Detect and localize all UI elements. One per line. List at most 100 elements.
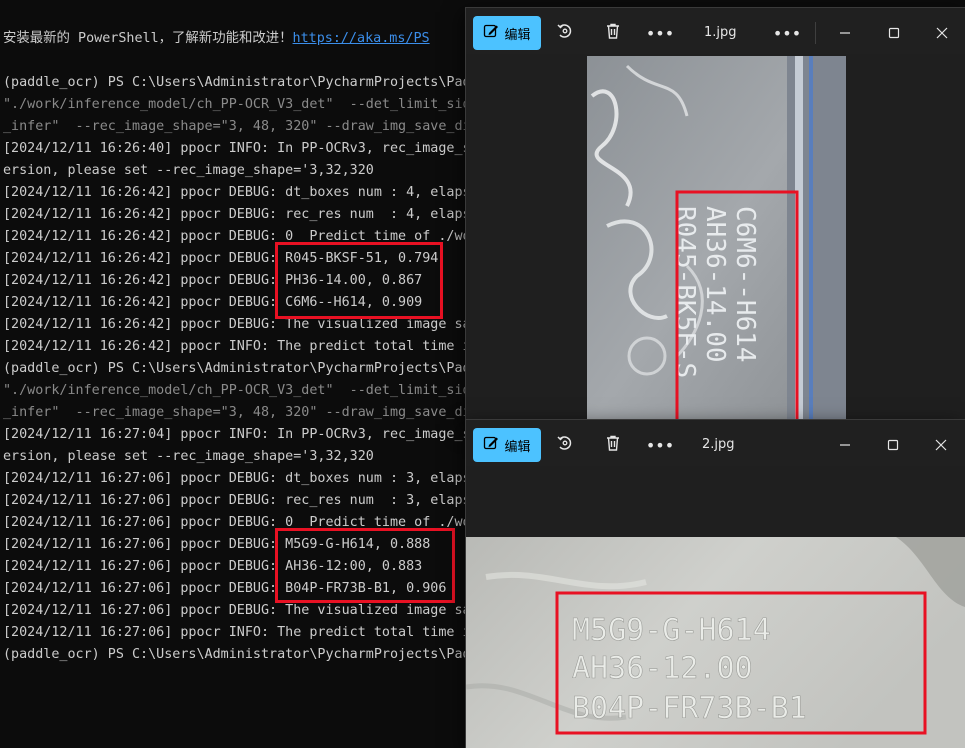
photo-canvas[interactable]: C6M6--H614 AH36-14.00 R045-BK5F-S	[587, 56, 846, 428]
terminal-line: _infer" --rec_image_shape="3, 48, 320" -…	[3, 116, 471, 138]
terminal-line-text: [2024/12/11 16:27:06] ppocr INFO: The pr…	[3, 625, 471, 640]
terminal-line: [2024/12/11 16:26:42] ppocr DEBUG: dt_bo…	[3, 182, 471, 204]
edit-button[interactable]: 编辑	[473, 428, 541, 462]
terminal-line-text: [2024/12/11 16:27:04] ppocr INFO: In PP-…	[3, 427, 471, 442]
terminal-line: (paddle_ocr) PS C:\Users\Administrator\P…	[3, 72, 471, 94]
terminal-line: [2024/12/11 16:27:06] ppocr DEBUG: M5G9-…	[3, 534, 430, 556]
close-button[interactable]	[924, 428, 958, 462]
terminal-line: _infer" --rec_image_shape="3, 48, 320" -…	[3, 402, 471, 424]
terminal-line-text: ersion, please set --rec_image_shape='3,…	[3, 449, 374, 464]
terminal-line-text: "./work/inference_model/ch_PP-OCR_V3_det…	[3, 97, 471, 112]
photo-text-line-2: AH36-12.00	[572, 651, 753, 686]
terminal-line: ersion, please set --rec_image_shape='3,…	[3, 446, 374, 468]
terminal-line: (paddle_ocr) PS C:\Users\Administrator\P…	[3, 644, 471, 666]
terminal-line-text: (paddle_ocr) PS C:\Users\Administrator\P…	[3, 361, 471, 376]
terminal-line-text: [2024/12/11 16:27:06] ppocr DEBUG: B04P-…	[3, 581, 447, 596]
maximize-icon	[888, 24, 900, 43]
rotate-icon	[556, 22, 574, 44]
viewer-toolbar: 编辑 ••• 1.jpg •••	[466, 8, 965, 54]
file-name: 2.jpg	[702, 437, 735, 452]
terminal-line: [2024/12/11 16:26:42] ppocr DEBUG: The v…	[3, 314, 471, 336]
trash-icon	[604, 434, 622, 456]
maximize-button[interactable]	[876, 428, 910, 462]
terminal-line-text: [2024/12/11 16:27:06] ppocr DEBUG: The v…	[3, 603, 471, 618]
more-dots-icon: •••	[772, 23, 802, 43]
maximize-icon	[887, 436, 899, 455]
maximize-button[interactable]	[877, 16, 911, 50]
terminal-line-text: (paddle_ocr) PS C:\Users\Administrator\P…	[3, 647, 471, 662]
terminal-line-text: [2024/12/11 16:27:06] ppocr DEBUG: rec_r…	[3, 493, 471, 508]
terminal-line: [2024/12/11 16:27:06] ppocr DEBUG: 0 Pre…	[3, 512, 471, 534]
terminal-line: [2024/12/11 16:27:06] ppocr DEBUG: rec_r…	[3, 490, 471, 512]
edit-icon	[483, 435, 499, 455]
photo-viewer-2[interactable]: 编辑 ••• 2.jpg M5G9-G-H614 AH36-12.00 B04P…	[466, 420, 965, 748]
delete-button[interactable]	[596, 428, 630, 462]
close-icon	[935, 436, 947, 455]
minimize-icon	[839, 436, 851, 455]
terminal-line-text: [2024/12/11 16:26:42] ppocr DEBUG: R045-…	[3, 251, 439, 266]
terminal-line-text: ersion, please set --rec_image_shape='3,…	[3, 163, 374, 178]
terminal-line-text: [2024/12/11 16:26:40] ppocr INFO: In PP-…	[3, 141, 471, 156]
terminal-line-text: [2024/12/11 16:27:06] ppocr DEBUG: AH36-…	[3, 559, 423, 574]
terminal-line-text: [2024/12/11 16:26:42] ppocr DEBUG: PH36-…	[3, 273, 423, 288]
terminal-line-text: [2024/12/11 16:27:06] ppocr DEBUG: dt_bo…	[3, 471, 471, 486]
photo-canvas[interactable]: M5G9-G-H614 AH36-12.00 B04P-FR73B-B1	[466, 537, 965, 748]
minimize-button[interactable]	[828, 428, 862, 462]
trash-icon	[604, 22, 622, 44]
powershell-link[interactable]: https://aka.ms/PS	[293, 31, 430, 46]
terminal-line-text: [2024/12/11 16:26:42] ppocr DEBUG: dt_bo…	[3, 185, 471, 200]
edit-button-label: 编辑	[504, 439, 531, 455]
more-dots-icon: •••	[645, 435, 675, 455]
terminal-line: 安装最新的 PowerShell，了解新功能和改进！https://aka.ms…	[3, 28, 430, 50]
minimize-button[interactable]	[828, 16, 862, 50]
terminal-line-text: [2024/12/11 16:26:42] ppocr DEBUG: rec_r…	[3, 207, 471, 222]
terminal-line: [2024/12/11 16:26:40] ppocr INFO: In PP-…	[3, 138, 471, 160]
more-options-button[interactable]: •••	[643, 428, 677, 462]
rotate-button[interactable]	[548, 16, 582, 50]
photo-text-line-3: B04P-FR73B-B1	[572, 691, 807, 726]
terminal-line: [2024/12/11 16:27:06] ppocr DEBUG: The v…	[3, 600, 471, 622]
photo-viewer-1[interactable]: 编辑 ••• 1.jpg ••• C6M6--H614 AH36-14.00 R…	[466, 8, 965, 428]
terminal-line-text: [2024/12/11 16:27:06] ppocr DEBUG: 0 Pre…	[3, 515, 471, 530]
more-options-button[interactable]: •••	[643, 16, 677, 50]
terminal-line: [2024/12/11 16:27:06] ppocr DEBUG: AH36-…	[3, 556, 422, 578]
terminal-line: [2024/12/11 16:27:06] ppocr DEBUG: B04P-…	[3, 578, 446, 600]
terminal-line-text: 安装最新的 PowerShell，了解新功能和改进！	[3, 31, 293, 46]
terminal-line: (paddle_ocr) PS C:\Users\Administrator\P…	[3, 358, 471, 380]
terminal-line: "./work/inference_model/ch_PP-OCR_V3_det…	[3, 380, 471, 402]
terminal-line: [2024/12/11 16:27:04] ppocr INFO: In PP-…	[3, 424, 471, 446]
terminal-line: ersion, please set --rec_image_shape='3,…	[3, 160, 374, 182]
terminal-line-text: "./work/inference_model/ch_PP-OCR_V3_det…	[3, 383, 471, 398]
terminal-line: [2024/12/11 16:26:42] ppocr DEBUG: 0 Pre…	[3, 226, 471, 248]
edit-button-label: 编辑	[504, 27, 531, 43]
rotate-button[interactable]	[548, 428, 582, 462]
photo-text-line-1: C6M6--H614	[730, 206, 760, 363]
terminal-line: [2024/12/11 16:26:42] ppocr DEBUG: R045-…	[3, 248, 438, 270]
terminal-line: [2024/12/11 16:26:42] ppocr DEBUG: C6M6-…	[3, 292, 422, 314]
rotate-icon	[556, 434, 574, 456]
delete-button[interactable]	[596, 16, 630, 50]
terminal-line-text: [2024/12/11 16:26:42] ppocr INFO: The pr…	[3, 339, 471, 354]
terminal-line: "./work/inference_model/ch_PP-OCR_V3_det…	[3, 94, 471, 116]
photo-text-line-2: AH36-14.00	[700, 206, 730, 363]
file-name: 1.jpg	[704, 25, 737, 40]
terminal-line-text: [2024/12/11 16:26:42] ppocr DEBUG: C6M6-…	[3, 295, 423, 310]
photo-text-line-1: M5G9-G-H614	[572, 613, 771, 648]
more-dots-icon: •••	[645, 23, 675, 43]
terminal-line-text: (paddle_ocr) PS C:\Users\Administrator\P…	[3, 75, 471, 90]
terminal-line-text: _infer" --rec_image_shape="3, 48, 320" -…	[3, 405, 471, 420]
close-icon	[936, 24, 948, 43]
toolbar-divider	[815, 22, 816, 44]
edit-button[interactable]: 编辑	[473, 16, 541, 50]
close-button[interactable]	[925, 16, 959, 50]
photo-text-line-3: R045-BK5F-S	[670, 206, 700, 378]
terminal-line: [2024/12/11 16:26:42] ppocr DEBUG: rec_r…	[3, 204, 471, 226]
terminal-line: [2024/12/11 16:27:06] ppocr INFO: The pr…	[3, 622, 471, 644]
terminal-line: [2024/12/11 16:26:42] ppocr INFO: The pr…	[3, 336, 471, 358]
more-options-button-2[interactable]: •••	[770, 16, 804, 50]
viewer-toolbar: 编辑 ••• 2.jpg	[466, 420, 965, 466]
minimize-icon	[839, 24, 851, 43]
terminal-line-text: [2024/12/11 16:26:42] ppocr DEBUG: 0 Pre…	[3, 229, 471, 244]
terminal-line: [2024/12/11 16:26:42] ppocr DEBUG: PH36-…	[3, 270, 422, 292]
terminal-line-text: _infer" --rec_image_shape="3, 48, 320" -…	[3, 119, 471, 134]
